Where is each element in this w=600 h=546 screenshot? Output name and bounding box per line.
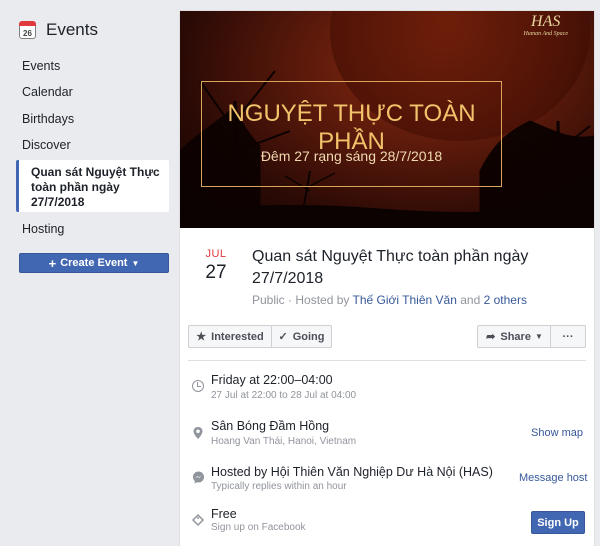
clock-icon [190,378,206,394]
sidebar-item-hosting[interactable]: Hosting [22,222,64,236]
event-location[interactable]: Sân Bóng Đầm Hồng [211,419,329,433]
ticket-icon [190,513,206,529]
share-button[interactable]: ➦ Share ▼ [477,325,552,348]
location-pin-icon [190,426,206,442]
sign-up-button[interactable]: Sign Up [531,511,585,534]
event-month: JUL [205,248,227,260]
event-title: Quan sát Nguyệt Thực toàn phần ngày 27/7… [252,248,529,287]
star-icon: ★ [196,331,207,343]
create-event-button[interactable]: + Create Event ▼ [19,253,169,273]
calendar-icon-day: 26 [23,28,32,38]
caret-down-icon: ▼ [534,332,543,341]
going-label: Going [292,330,325,343]
sidebar-item-events[interactable]: Events [22,59,60,73]
sidebar-item-birthdays[interactable]: Birthdays [22,112,74,126]
interested-button[interactable]: ★ Interested [188,325,272,348]
event-address: Hoang Van Thái, Hanoi, Vietnam [211,436,357,447]
event-time-detail: 27 Jul at 22:00 to 28 Jul at 04:00 [211,390,357,401]
event-card: HAS Human And Space NGUYỆT THỰC TOÀN PHẦ… [179,10,595,546]
event-day: 27 [205,262,227,283]
plus-icon: + [48,255,57,271]
caret-down-icon: ▼ [131,258,140,268]
share-arrow-icon: ➦ [486,331,496,343]
show-map-link[interactable]: Show map [531,427,583,439]
banner-title-box: NGUYỆT THỰC TOÀN PHẦN Đêm 27 rạng sáng 2… [201,81,502,187]
sidebar: 26 Events Events Calendar Birthdays Disc… [0,0,176,546]
event-price: Free [211,507,237,521]
divider [188,360,586,361]
host-response-time: Typically replies within an hour [211,481,347,492]
has-logo-mark: HAS [531,13,561,30]
event-time: Friday at 22:00–04:00 [211,373,333,387]
signup-source: Sign up on Facebook [211,522,306,533]
hosted-by-prefix: · Hosted by [288,293,350,307]
sidebar-header: 26 Events [18,20,98,40]
banner-subtitle: Đêm 27 rạng sáng 28/7/2018 [260,148,443,164]
has-logo: HAS Human And Space [523,13,568,37]
and-text: and [460,293,481,307]
event-cover-image: HAS Human And Space NGUYỆT THỰC TOÀN PHẦ… [180,11,594,228]
host-link[interactable]: Thế Giới Thiên Văn [353,293,457,307]
going-button[interactable]: ✓ Going [271,325,332,348]
interested-label: Interested [211,330,264,343]
sidebar-item-calendar[interactable]: Calendar [22,85,73,99]
has-logo-sub: Human And Space [523,31,568,37]
more-options-label: ··· [562,330,574,343]
message-host-link[interactable]: Message host [519,472,587,484]
sidebar-item-current-event[interactable]: Quan sát Nguyệt Thực toàn phần ngày 27/7… [16,160,169,212]
share-label: Share [500,330,531,343]
others-link[interactable]: 2 others [484,293,527,307]
event-meta: Public · Hosted by Thế Giới Thiên Văn an… [252,293,527,307]
check-icon: ✓ [278,331,288,343]
privacy-label: Public [252,293,285,307]
sidebar-item-discover[interactable]: Discover [22,138,71,152]
more-options-button[interactable]: ··· [550,325,586,348]
sidebar-title: Events [46,20,98,39]
messenger-icon [190,471,206,487]
event-host[interactable]: Hosted by Hội Thiên Văn Nghiệp Dư Hà Nội… [211,465,493,479]
event-date: JUL 27 [200,248,232,284]
calendar-icon: 26 [18,21,36,39]
create-event-label: Create Event [60,257,128,269]
